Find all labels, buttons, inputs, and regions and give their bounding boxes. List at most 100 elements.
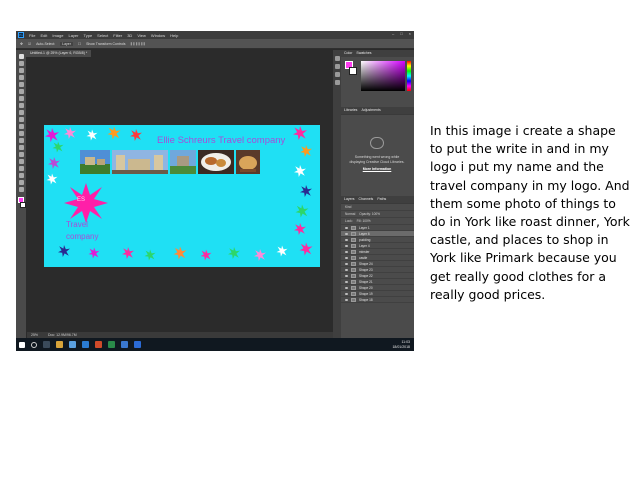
visibility-icon[interactable] [345, 250, 348, 253]
tab-libraries[interactable]: Libraries [344, 107, 357, 114]
visibility-icon[interactable] [345, 232, 348, 235]
menu-filter[interactable]: Filter [113, 33, 122, 38]
character-icon[interactable] [334, 80, 340, 85]
menu-view[interactable]: View [137, 33, 146, 38]
visibility-icon[interactable] [345, 226, 348, 229]
menu-layer[interactable]: Layer [68, 33, 78, 38]
color-panel-tabs: Color Swatches [341, 50, 414, 57]
auto-select-checkbox[interactable]: ☑ [28, 42, 31, 46]
layer-name: minster [359, 249, 370, 254]
windows-start-icon[interactable] [19, 341, 25, 348]
more-information-link[interactable]: More Information [347, 167, 407, 171]
marquee-tool-icon[interactable] [18, 61, 24, 66]
visibility-icon[interactable] [345, 262, 348, 265]
blend-mode-dropdown[interactable]: Normal [345, 212, 355, 216]
auto-select-dropdown[interactable]: Layer [60, 41, 73, 46]
menu-select[interactable]: Select [97, 33, 108, 38]
background-color-swatch[interactable] [20, 202, 26, 208]
menu-type[interactable]: Type [84, 33, 93, 38]
visibility-icon[interactable] [345, 268, 348, 271]
store-icon[interactable] [69, 341, 76, 348]
visibility-icon[interactable] [345, 286, 348, 289]
show-transform-checkbox[interactable]: ☐ [78, 42, 81, 46]
visibility-icon[interactable] [345, 244, 348, 247]
pen-tool-icon[interactable] [18, 152, 24, 157]
fill-field[interactable]: Fill: 100% [357, 219, 371, 223]
layer-name: Shape 19 [359, 291, 373, 296]
quick-select-tool-icon[interactable] [18, 75, 24, 80]
color-panel [341, 57, 414, 107]
move-tool-icon[interactable]: ✥ [20, 42, 23, 46]
align-icons[interactable]: ⫼ ⫼ ⫼ ⫼ ⫼ ⫼ [131, 42, 146, 46]
tab-swatches[interactable]: Swatches [356, 50, 371, 57]
visibility-icon[interactable] [345, 298, 348, 301]
layer-row[interactable]: Shape 18 [341, 297, 414, 303]
task-view-icon[interactable] [43, 341, 50, 348]
hue-slider[interactable] [407, 61, 411, 91]
eraser-tool-icon[interactable] [18, 124, 24, 129]
crop-tool-icon[interactable] [18, 82, 24, 87]
tab-adjustments[interactable]: Adjustments [361, 107, 380, 114]
healing-tool-icon[interactable] [18, 96, 24, 101]
menu-image[interactable]: Image [52, 33, 63, 38]
photoshop-screenshot: Ps File Edit Image Layer Type Select Fil… [16, 31, 414, 351]
layer-thumbnail [351, 231, 356, 236]
shape-tool-icon[interactable] [18, 173, 24, 178]
visibility-icon[interactable] [345, 256, 348, 259]
blur-tool-icon[interactable] [18, 138, 24, 143]
search-icon[interactable] [31, 341, 37, 348]
gradient-tool-icon[interactable] [18, 131, 24, 136]
visibility-icon[interactable] [345, 292, 348, 295]
layer-thumbnail [351, 279, 356, 284]
properties-icon[interactable] [334, 64, 340, 69]
menu-file[interactable]: File [29, 33, 35, 38]
history-brush-icon[interactable] [18, 117, 24, 122]
clock-date: 18/01/2018 [392, 344, 410, 349]
photoshop-taskbar-icon[interactable] [134, 341, 141, 348]
paragraph-icon[interactable] [334, 72, 340, 77]
stamp-tool-icon[interactable] [18, 110, 24, 115]
visibility-icon[interactable] [345, 274, 348, 277]
castle-photo [170, 150, 196, 174]
menu-help[interactable]: Help [170, 33, 178, 38]
edge-icon[interactable] [121, 341, 128, 348]
tab-channels[interactable]: Channels [359, 196, 374, 203]
menu-window[interactable]: Window [151, 33, 165, 38]
minimize-icon[interactable]: – [392, 31, 394, 36]
menu-edit[interactable]: Edit [40, 33, 47, 38]
system-clock: 11:03 18/01/2018 [392, 340, 410, 349]
move-tool-icon[interactable] [18, 54, 24, 59]
word-icon[interactable] [82, 341, 89, 348]
document-tab[interactable]: Untitled-1 @ 25% (Layer 6, RGB/8) * [26, 50, 92, 57]
visibility-icon[interactable] [345, 238, 348, 241]
type-tool-icon[interactable] [18, 159, 24, 164]
file-explorer-icon[interactable] [56, 341, 63, 348]
layer-name: Shape 18 [359, 297, 373, 302]
layer-thumbnail [351, 243, 356, 248]
eyedropper-tool-icon[interactable] [18, 89, 24, 94]
tab-color[interactable]: Color [344, 50, 352, 57]
slide-caption: In this image i create a shape to put th… [430, 123, 630, 302]
panel-background-swatch[interactable] [349, 67, 357, 75]
brush-tool-icon[interactable] [18, 103, 24, 108]
zoom-tool-icon[interactable] [18, 187, 24, 192]
history-icon[interactable] [334, 56, 340, 61]
visibility-icon[interactable] [345, 280, 348, 283]
tools-panel [16, 50, 26, 338]
tab-layers[interactable]: Layers [344, 196, 355, 203]
tab-paths[interactable]: Paths [377, 196, 386, 203]
opacity-field[interactable]: Opacity: 100% [359, 212, 380, 216]
menu-3d[interactable]: 3D [127, 33, 132, 38]
maximize-icon[interactable]: □ [400, 31, 402, 36]
hand-tool-icon[interactable] [18, 180, 24, 185]
close-icon[interactable]: × [409, 31, 411, 36]
excel-icon[interactable] [108, 341, 115, 348]
layer-filter-dropdown[interactable]: Kind [345, 205, 351, 209]
path-select-tool-icon[interactable] [18, 166, 24, 171]
design-canvas[interactable]: Ellie Schreurs Travel company ES Travel … [44, 125, 320, 267]
powerpoint-icon[interactable] [95, 341, 102, 348]
dodge-tool-icon[interactable] [18, 145, 24, 150]
color-picker-field[interactable] [361, 61, 405, 91]
pudding-photo [236, 150, 260, 174]
lasso-tool-icon[interactable] [18, 68, 24, 73]
